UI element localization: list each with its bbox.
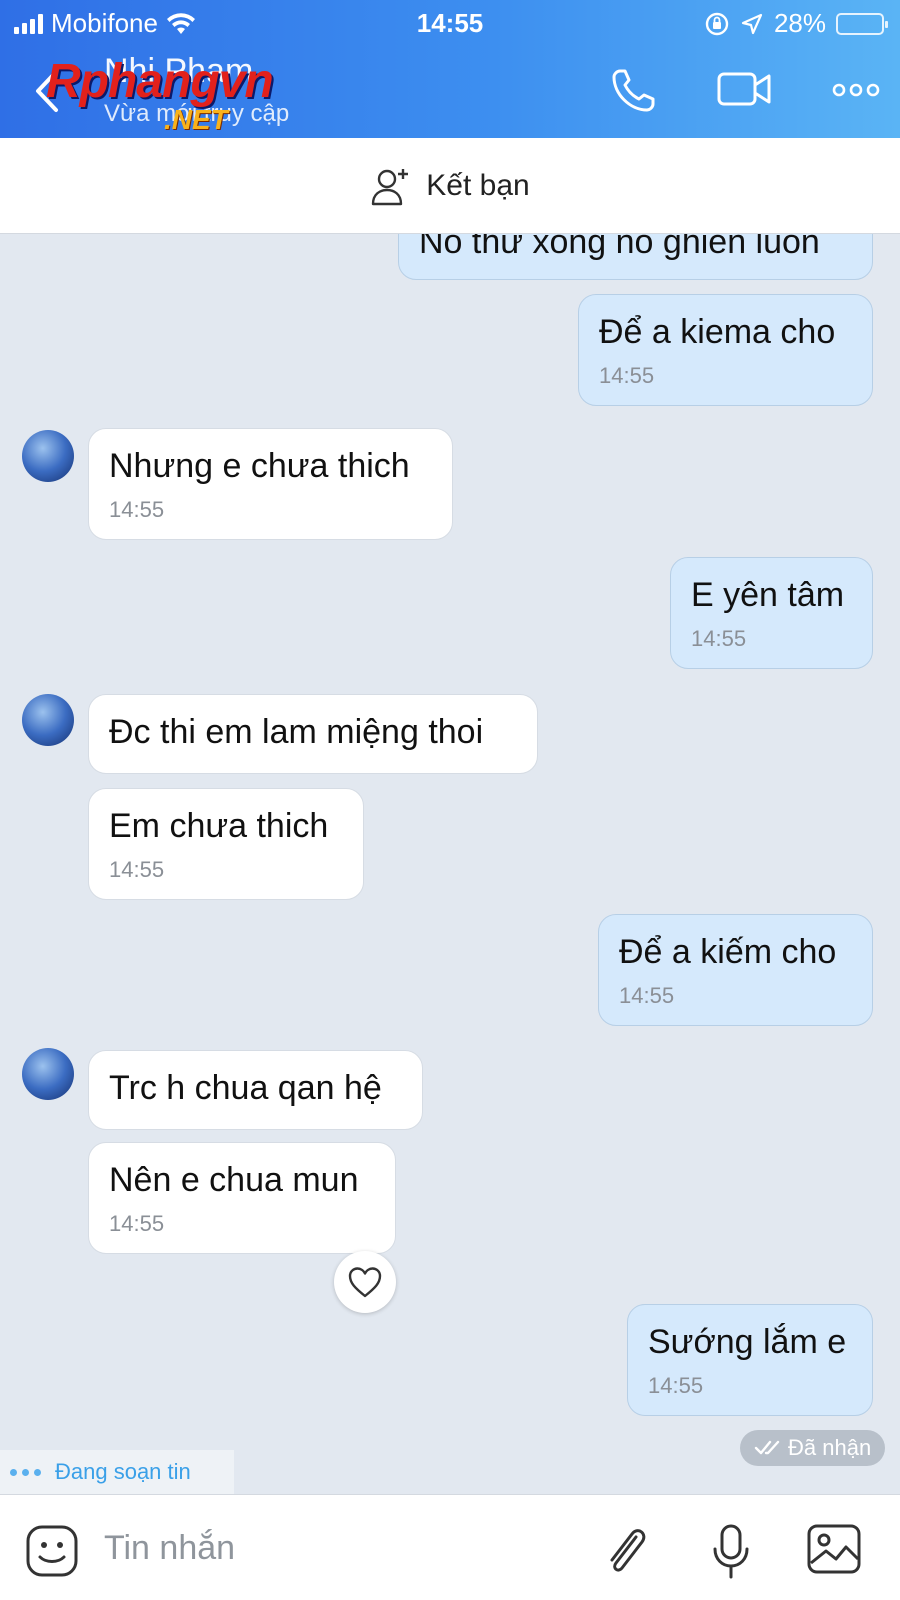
message-timestamp: 14:55 [109, 857, 165, 882]
watermark-logo: Rphangvn [46, 55, 274, 108]
typing-dots-icon [10, 1468, 41, 1476]
add-friend-button[interactable]: Kết bạn [0, 138, 900, 234]
image-gallery-icon[interactable] [806, 1523, 862, 1575]
message-timestamp: 14:55 [648, 1373, 704, 1398]
message-composer: Tin nhắn [0, 1494, 900, 1600]
phone-call-icon[interactable] [608, 66, 662, 116]
paperclip-attach-icon[interactable] [600, 1523, 650, 1579]
message-input[interactable]: Tin nhắn [104, 1529, 235, 1568]
video-call-icon[interactable] [716, 66, 774, 112]
double-check-icon [754, 1440, 780, 1455]
more-options-icon[interactable] [832, 78, 880, 102]
microphone-icon[interactable] [710, 1523, 752, 1581]
watermark-logo-suffix: .NET [164, 104, 228, 135]
message-bubble-outgoing[interactable]: Sướng lắm e 14:55 [627, 1304, 873, 1416]
status-bar: Mobifone 14:55 28% [0, 0, 900, 44]
message-bubble-incoming[interactable]: Nhưng e chưa thich 14:55 [88, 428, 453, 540]
message-bubble-outgoing[interactable]: Để a kiếm cho 14:55 [598, 914, 873, 1026]
message-text: Nhưng e chưa thich [109, 447, 410, 485]
message-text: E yên tâm [691, 576, 845, 614]
message-timestamp: 14:55 [599, 363, 655, 388]
message-bubble-incoming[interactable]: Đc thi em lam miệng thoi [88, 694, 538, 774]
message-bubble-incoming[interactable]: Trc h chua qan hệ [88, 1050, 423, 1130]
message-bubble-outgoing[interactable]: Nó thử xong nó ghiền luôn [398, 234, 873, 280]
typing-label: Đang soạn tin [55, 1459, 191, 1484]
battery-icon [836, 12, 888, 35]
message-timestamp: 14:55 [109, 497, 165, 522]
add-friend-label: Kết bạn [426, 168, 530, 202]
message-timestamp: 14:55 [619, 983, 675, 1008]
sticker-emoji-icon[interactable] [24, 1523, 80, 1579]
contact-avatar[interactable] [22, 430, 74, 482]
location-arrow-icon [741, 13, 763, 34]
message-list[interactable]: Nó thử xong nó ghiền luôn Để a kiema cho… [0, 234, 900, 1494]
message-bubble-outgoing[interactable]: E yên tâm 14:55 [670, 557, 873, 669]
contact-avatar[interactable] [22, 694, 74, 746]
message-text: Nó thử xong nó ghiền luôn [419, 234, 820, 261]
message-bubble-incoming[interactable]: Em chưa thich 14:55 [88, 788, 364, 900]
add-person-icon [372, 168, 409, 205]
orientation-lock-icon [705, 12, 729, 35]
message-text: Để a kiema cho [599, 313, 836, 351]
message-text: Trc h chua qan hệ [109, 1069, 382, 1107]
battery-percent: 28% [773, 8, 826, 38]
message-text: Nên e chua mun [109, 1161, 359, 1199]
message-text: Sướng lắm e [648, 1323, 847, 1361]
typing-indicator: Đang soạn tin [0, 1450, 234, 1494]
message-bubble-incoming[interactable]: Nên e chua mun 14:55 [88, 1142, 396, 1254]
message-text: Để a kiếm cho [619, 933, 837, 971]
chat-header: Mobifone 14:55 28% Nhi Phạm Vừa mới truy… [0, 0, 900, 138]
message-text: Em chưa thich [109, 807, 329, 845]
delivery-status-label: Đã nhận [788, 1435, 872, 1460]
message-timestamp: 14:55 [691, 626, 747, 651]
react-heart-button[interactable] [334, 1251, 396, 1313]
heart-icon [348, 1267, 382, 1298]
message-bubble-outgoing[interactable]: Để a kiema cho 14:55 [578, 294, 873, 406]
message-text: Đc thi em lam miệng thoi [109, 713, 484, 751]
delivery-status-badge: Đã nhận [740, 1430, 886, 1466]
message-timestamp: 14:55 [109, 1211, 165, 1236]
contact-avatar[interactable] [22, 1048, 74, 1100]
